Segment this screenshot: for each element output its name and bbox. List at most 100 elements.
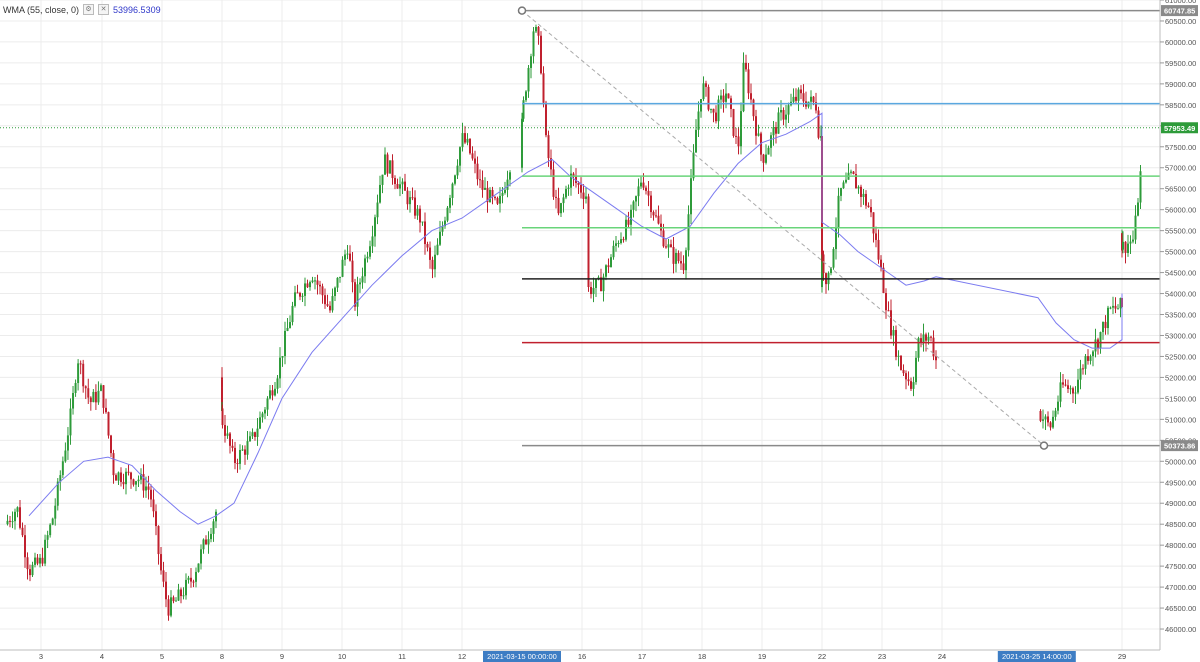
candle-body xyxy=(344,254,346,260)
candle-body xyxy=(401,181,404,185)
y-tick-label: 57000.00 xyxy=(1165,164,1196,173)
candle-body xyxy=(521,118,523,154)
candle-body xyxy=(1059,382,1062,402)
candle-body xyxy=(732,109,735,136)
candle-body xyxy=(6,520,9,525)
candle-body xyxy=(625,219,627,240)
candle-body xyxy=(369,246,371,257)
candle-body xyxy=(381,174,384,185)
candle-body xyxy=(1132,239,1134,242)
candle-body xyxy=(89,397,92,403)
candle-body xyxy=(414,197,416,216)
candle-body xyxy=(740,111,742,147)
candle-body xyxy=(160,554,162,571)
candle-body xyxy=(1049,422,1052,428)
candle-body xyxy=(44,539,47,564)
candle-body xyxy=(665,246,667,248)
candle-body xyxy=(635,196,637,202)
candle-body xyxy=(1072,388,1074,394)
candle-body xyxy=(1062,382,1064,385)
candle-body xyxy=(419,208,421,223)
candle-body xyxy=(837,195,840,228)
y-tick-label: 51500.00 xyxy=(1165,394,1196,403)
candle-body xyxy=(349,253,351,261)
candle-body xyxy=(785,114,787,120)
candle-body xyxy=(359,282,361,285)
candle-body xyxy=(567,187,570,189)
y-tick-label: 54500.00 xyxy=(1165,269,1196,278)
candle-body xyxy=(339,276,341,278)
candle-body xyxy=(122,481,125,485)
candle-body xyxy=(857,186,860,189)
candle-body xyxy=(459,147,461,166)
candle-body xyxy=(195,571,197,582)
candle-body xyxy=(406,190,409,205)
candle-body xyxy=(326,304,329,306)
candle-body xyxy=(69,408,72,436)
x-highlight-label: 2021-03-15 00:00:00 xyxy=(487,652,557,661)
candle-body xyxy=(236,463,239,465)
candle-body xyxy=(212,521,215,534)
y-tick-label: 47000.00 xyxy=(1165,583,1196,592)
candle-body xyxy=(501,192,504,196)
candle-body xyxy=(677,252,680,262)
candle-body xyxy=(657,215,660,224)
y-tick-label: 49000.00 xyxy=(1165,499,1196,508)
candle-body xyxy=(364,258,366,277)
candle-body xyxy=(454,175,456,184)
candle-body xyxy=(685,250,687,271)
candle-body xyxy=(692,152,695,179)
candle-body xyxy=(560,203,562,214)
candle-body xyxy=(431,259,434,270)
candle-body xyxy=(532,31,535,57)
candle-body xyxy=(49,524,52,536)
candle-body xyxy=(1067,385,1069,389)
price-chart[interactable]: 46000.00 46500.00 47000.00 47500.00 48000.00… xyxy=(0,0,1200,662)
candle-body xyxy=(99,385,102,391)
candle-body xyxy=(650,195,652,213)
candle-body xyxy=(404,181,406,191)
candle-body xyxy=(479,179,481,181)
candle-body xyxy=(147,486,150,490)
candle-body xyxy=(882,267,885,294)
candle-body xyxy=(927,336,930,341)
candle-body xyxy=(416,208,419,216)
candle-body xyxy=(319,284,321,287)
candle-body xyxy=(269,390,271,399)
x-tick-label: 9 xyxy=(280,652,284,661)
candle-body xyxy=(107,412,110,436)
y-tick-label: 53500.00 xyxy=(1165,311,1196,320)
candle-body xyxy=(1117,308,1119,310)
candle-body xyxy=(456,165,459,176)
candle-body xyxy=(11,521,14,523)
candle-body xyxy=(770,135,772,148)
candle-body xyxy=(667,244,670,248)
candle-body xyxy=(421,221,424,223)
candle-body xyxy=(1039,410,1042,421)
candle-body xyxy=(802,93,805,102)
close-icon[interactable]: ✕ xyxy=(98,4,110,15)
candle-body xyxy=(580,184,582,193)
candle-body xyxy=(329,305,331,311)
candle-body xyxy=(725,93,727,102)
y-tick-label: 48000.00 xyxy=(1165,541,1196,550)
y-tick-label: 53000.00 xyxy=(1165,331,1196,340)
candle-body xyxy=(351,260,354,283)
candle-body xyxy=(670,244,672,248)
candle-body xyxy=(496,198,499,204)
candle-body xyxy=(231,445,234,448)
candle-body xyxy=(464,133,466,143)
candle-body xyxy=(757,133,760,136)
candle-body xyxy=(887,310,890,312)
settings-icon[interactable]: ⚙ xyxy=(83,4,95,15)
candle-body xyxy=(304,283,306,296)
x-highlight-label: 2021-03-25 14:00:00 xyxy=(1002,652,1072,661)
candle-body xyxy=(426,244,429,248)
x-tick-label: 17 xyxy=(638,652,646,661)
candle-body xyxy=(54,505,57,519)
candle-body xyxy=(587,196,590,288)
candle-body xyxy=(34,557,36,565)
candle-body xyxy=(120,472,122,482)
candle-body xyxy=(562,197,565,204)
candle-body xyxy=(309,282,311,288)
